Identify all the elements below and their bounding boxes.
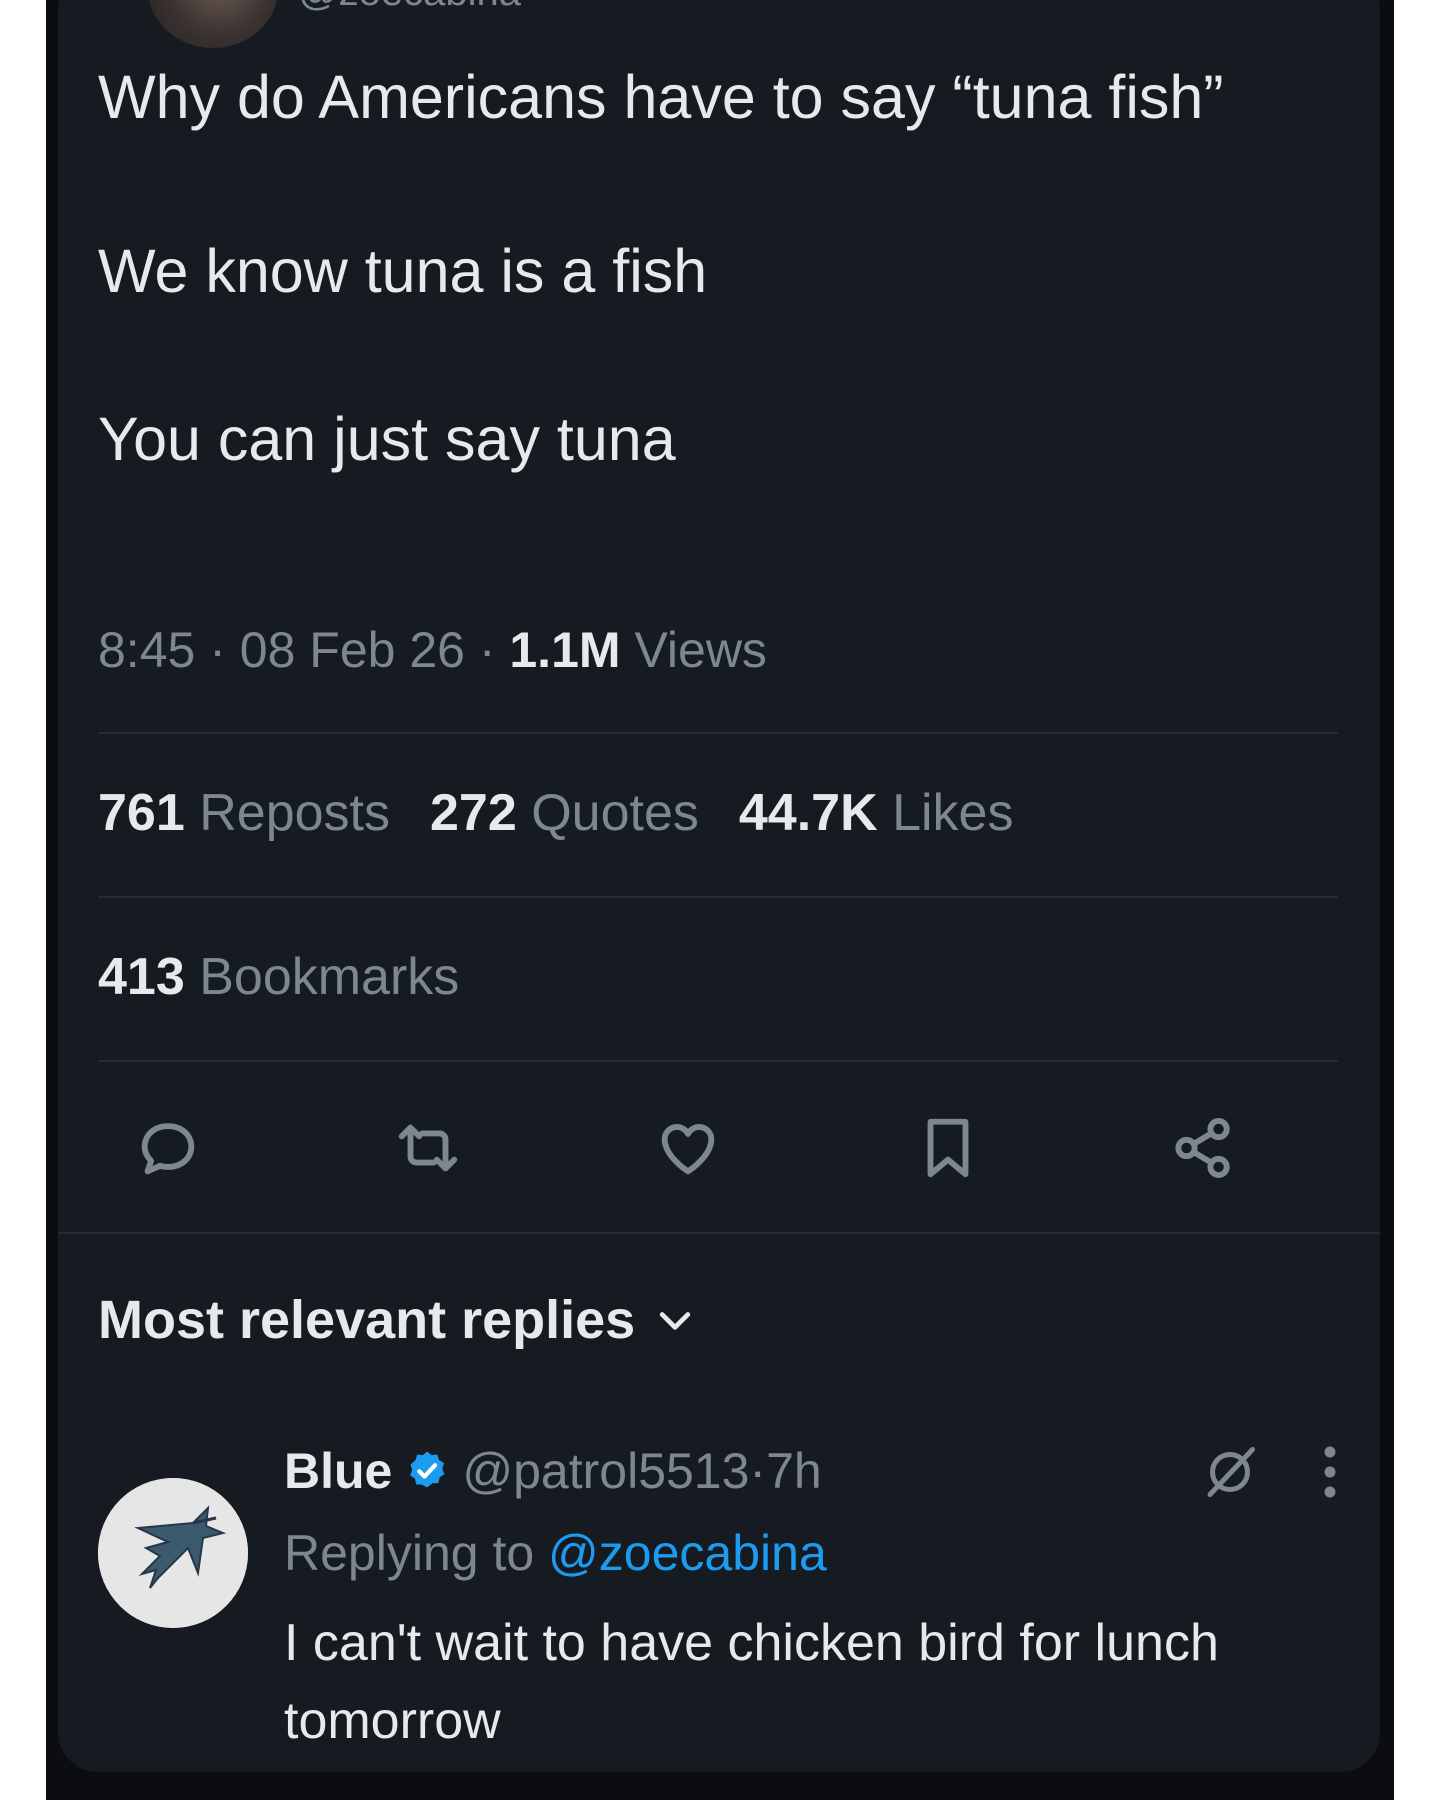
replying-to-mention[interactable]: @zoecabina xyxy=(548,1525,827,1581)
marlin-logo-icon xyxy=(98,1478,248,1628)
repost-button[interactable] xyxy=(388,1108,468,1188)
reply-age[interactable]: 7h xyxy=(766,1440,822,1502)
tweet-paragraph: You can just say tuna xyxy=(98,405,676,473)
quotes-stat[interactable]: 272 Quotes xyxy=(430,784,699,842)
divider xyxy=(58,1232,1380,1234)
tweet-paragraph: We know tuna is a fish xyxy=(98,237,708,305)
grok-icon[interactable] xyxy=(1200,1442,1260,1502)
tweet-time[interactable]: 8:45 xyxy=(98,622,195,678)
reposts-stat[interactable]: 761 Reposts xyxy=(98,784,390,842)
tweet-body: Why do Americans have to say “tuna fish”… xyxy=(98,60,1278,476)
divider xyxy=(98,732,1338,734)
tweet-paragraph: Why do Americans have to say “tuna fish” xyxy=(98,63,1224,131)
repost-icon xyxy=(398,1124,458,1172)
replies-sort-dropdown[interactable]: Most relevant replies xyxy=(98,1288,697,1352)
bookmark-icon xyxy=(927,1118,969,1178)
author-handle[interactable]: @zoecabina xyxy=(298,0,521,14)
like-button[interactable] xyxy=(648,1108,728,1188)
views-label: Views xyxy=(634,622,767,678)
like-icon xyxy=(661,1124,715,1175)
verified-badge-icon xyxy=(410,1451,445,1488)
reply-tools xyxy=(1200,1442,1340,1502)
views-count: 1.1M xyxy=(509,622,621,678)
bookmark-button[interactable] xyxy=(908,1108,988,1188)
share-icon xyxy=(1175,1117,1230,1179)
share-button[interactable] xyxy=(1164,1108,1244,1188)
tweet-meta: 8:45 · 08 Feb 26 · 1.1M Views xyxy=(98,622,767,678)
reply-author-name[interactable]: Blue xyxy=(284,1440,392,1502)
chevron-down-icon xyxy=(660,1312,691,1330)
reply-header: Blue @patrol5513 · 7h xyxy=(284,1440,822,1502)
divider xyxy=(98,1060,1338,1062)
engagement-stats: 761 Reposts 272 Quotes 44.7K Likes xyxy=(98,782,1053,844)
reply-icon xyxy=(141,1123,195,1175)
likes-stat[interactable]: 44.7K Likes xyxy=(739,784,1014,842)
divider xyxy=(98,896,1338,898)
author-avatar[interactable] xyxy=(148,0,278,48)
reply-button[interactable] xyxy=(128,1108,208,1188)
reply-author-handle[interactable]: @patrol5513 xyxy=(462,1440,749,1502)
more-options-icon[interactable] xyxy=(1320,1442,1340,1502)
reply-avatar[interactable] xyxy=(98,1478,248,1628)
reply-text: I can't wait to have chicken bird for lu… xyxy=(284,1614,1219,1750)
action-bar xyxy=(58,1100,1380,1200)
tweet-date[interactable]: 08 Feb 26 xyxy=(240,622,465,678)
replies-header-label: Most relevant replies xyxy=(98,1290,636,1350)
replying-to: Replying to @zoecabina xyxy=(284,1525,827,1581)
tweet-card: @zoecabina Why do Americans have to say … xyxy=(58,0,1380,1772)
bookmarks-stat[interactable]: 413 Bookmarks xyxy=(98,946,459,1008)
